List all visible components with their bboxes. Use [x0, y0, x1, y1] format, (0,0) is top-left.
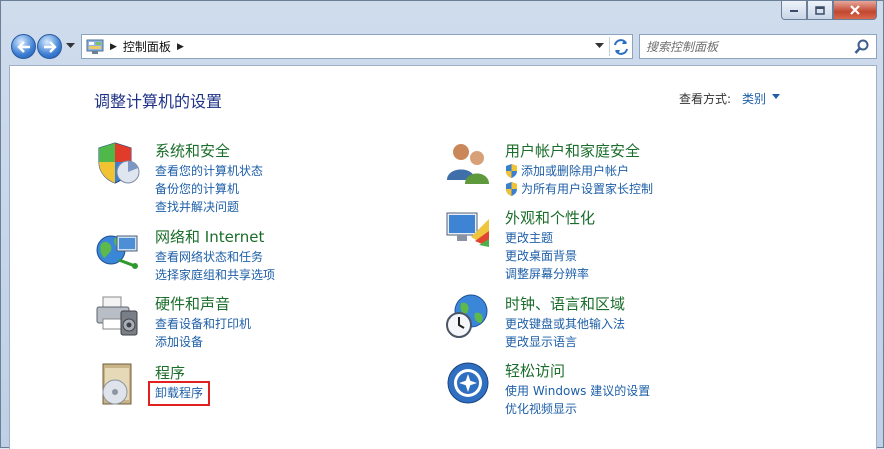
- minimize-button[interactable]: [781, 1, 807, 20]
- users-icon[interactable]: [445, 140, 491, 186]
- link-view-network-status[interactable]: 查看网络状态和任务: [155, 248, 275, 266]
- link-parental-controls[interactable]: 为所有用户设置家长控制: [505, 180, 653, 198]
- address-separator: [609, 37, 610, 56]
- view-by-label: 查看方式:: [679, 92, 732, 106]
- uac-shield-icon: [506, 182, 517, 196]
- link-troubleshoot[interactable]: 查找并解决问题: [155, 198, 263, 216]
- link-add-remove-accounts[interactable]: 添加或删除用户帐户: [505, 162, 653, 180]
- refresh-icon[interactable]: [612, 38, 630, 56]
- maximize-button[interactable]: [807, 1, 833, 20]
- ease-of-access-icon[interactable]: [445, 360, 491, 406]
- breadcrumb-control-panel[interactable]: 控制面板: [123, 38, 171, 55]
- arrow-right-icon: [43, 40, 57, 53]
- recent-pages-dropdown-icon[interactable]: [66, 43, 75, 49]
- caption-buttons: [781, 1, 877, 21]
- breadcrumb-arrow-icon[interactable]: ▶: [177, 42, 184, 52]
- search-box[interactable]: [639, 34, 877, 59]
- back-button[interactable]: [11, 34, 36, 59]
- link-change-theme[interactable]: 更改主题: [505, 229, 589, 247]
- address-dropdown-icon[interactable]: [595, 43, 604, 49]
- printer-icon[interactable]: [95, 293, 141, 339]
- category-title[interactable]: 用户帐户和家庭安全: [505, 140, 640, 161]
- search-input[interactable]: [640, 36, 854, 57]
- link-change-background[interactable]: 更改桌面背景: [505, 247, 589, 265]
- close-icon: [850, 5, 860, 15]
- uac-shield-icon: [506, 164, 517, 178]
- forward-button[interactable]: [37, 34, 62, 59]
- category-title[interactable]: 系统和安全: [155, 140, 230, 161]
- link-change-display-language[interactable]: 更改显示语言: [505, 333, 625, 351]
- navigation-bar: ▶ 控制面板 ▶: [9, 31, 877, 61]
- close-button[interactable]: [833, 1, 877, 20]
- network-globe-icon[interactable]: [95, 226, 141, 272]
- appearance-icon[interactable]: [445, 207, 491, 253]
- link-change-input-method[interactable]: 更改键盘或其他输入法: [505, 315, 625, 333]
- arrow-left-icon: [16, 40, 30, 53]
- link-windows-recommended-settings[interactable]: 使用 Windows 建议的设置: [505, 382, 650, 400]
- link-screen-resolution[interactable]: 调整屏幕分辨率: [505, 265, 589, 283]
- category-title[interactable]: 轻松访问: [505, 360, 565, 381]
- clock-globe-icon[interactable]: [445, 293, 491, 339]
- view-by-dropdown[interactable]: 类别: [742, 90, 766, 107]
- link-uninstall-program[interactable]: 卸载程序: [155, 384, 203, 402]
- category-title[interactable]: 硬件和声音: [155, 293, 230, 314]
- shield-icon[interactable]: [95, 140, 141, 186]
- control-panel-icon: [86, 39, 104, 54]
- link-label: 添加或删除用户帐户: [521, 164, 630, 178]
- link-devices-printers[interactable]: 查看设备和打印机: [155, 315, 251, 333]
- page-title: 调整计算机的设置: [94, 92, 223, 111]
- search-icon[interactable]: [854, 39, 870, 55]
- minimize-icon: [790, 10, 798, 12]
- link-view-computer-status[interactable]: 查看您的计算机状态: [155, 162, 263, 180]
- category-title[interactable]: 时钟、语言和区域: [505, 293, 625, 314]
- control-panel-window: ▶ 控制面板 ▶ 调整计算机的设置 查看方式: 类别: [0, 0, 884, 449]
- view-by-chevron-down-icon[interactable]: [772, 94, 780, 99]
- category-title[interactable]: 外观和个性化: [505, 207, 595, 228]
- maximize-icon: [815, 5, 825, 15]
- programs-icon[interactable]: [95, 362, 141, 408]
- link-add-device[interactable]: 添加设备: [155, 333, 251, 351]
- category-title[interactable]: 程序: [155, 362, 185, 383]
- main-content: 调整计算机的设置 查看方式: 类别 系统和安全 查看您的计算机状态 备份您的计算…: [9, 65, 877, 449]
- link-optimize-visual-display[interactable]: 优化视频显示: [505, 400, 650, 418]
- link-label: 为所有用户设置家长控制: [521, 182, 654, 196]
- link-homegroup-sharing[interactable]: 选择家庭组和共享选项: [155, 266, 275, 284]
- address-bar[interactable]: ▶ 控制面板 ▶: [81, 34, 633, 59]
- breadcrumb-arrow-icon[interactable]: ▶: [110, 42, 117, 52]
- category-title[interactable]: 网络和 Internet: [155, 226, 264, 247]
- link-backup-computer[interactable]: 备份您的计算机: [155, 180, 263, 198]
